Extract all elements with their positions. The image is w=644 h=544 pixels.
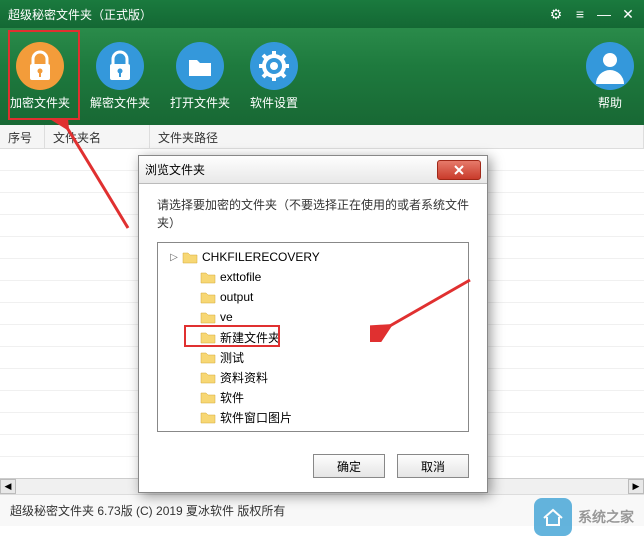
open-folder-button[interactable]: 打开文件夹 — [170, 42, 230, 111]
tree-label: 新建文件夹 — [220, 329, 280, 346]
tree-label: exttofile — [220, 270, 261, 284]
cancel-button[interactable]: 取消 — [397, 454, 469, 478]
lock-icon — [16, 42, 64, 90]
settings-icon[interactable]: ⚙ — [548, 6, 564, 22]
tree-label: 软件 — [220, 389, 244, 406]
encrypt-folder-button[interactable]: 加密文件夹 — [10, 42, 70, 111]
tool-label: 加密文件夹 — [10, 94, 70, 111]
dialog-close-button[interactable] — [437, 160, 481, 180]
unlock-icon — [96, 42, 144, 90]
tree-label: 测试 — [220, 349, 244, 366]
tool-label: 帮助 — [598, 94, 622, 111]
scroll-left-icon[interactable]: ◀ — [0, 479, 16, 494]
tree-item[interactable]: exttofile — [158, 267, 468, 287]
tree-item[interactable]: 软件 — [158, 387, 468, 407]
status-text: 超级秘密文件夹 6.73版 (C) 2019 夏冰软件 版权所有 — [10, 502, 285, 519]
dialog-title: 浏览文件夹 — [145, 161, 437, 178]
browse-folder-dialog: 浏览文件夹 请选择要加密的文件夹（不要选择正在使用的或者系统文件夹） ▷ CHKF… — [138, 155, 488, 493]
decrypt-folder-button[interactable]: 解密文件夹 — [90, 42, 150, 111]
tree-item[interactable]: ve — [158, 307, 468, 327]
scroll-right-icon[interactable]: ▶ — [628, 479, 644, 494]
col-folderpath[interactable]: 文件夹路径 — [150, 125, 644, 148]
tree-item[interactable]: 测试 — [158, 347, 468, 367]
folder-tree[interactable]: ▷ CHKFILERECOVERY exttofile output ve 新建文件夹测试… — [157, 242, 469, 432]
tree-label: ve — [220, 310, 233, 324]
software-settings-button[interactable]: 软件设置 — [250, 42, 298, 111]
tree-item[interactable]: 新建文件夹 — [158, 327, 468, 347]
ok-button[interactable]: 确定 — [313, 454, 385, 478]
help-button[interactable]: 帮助 — [586, 42, 634, 111]
column-headers: 序号 文件夹名 文件夹路径 — [0, 125, 644, 149]
col-foldername[interactable]: 文件夹名 — [45, 125, 150, 148]
expand-icon[interactable]: ▷ — [168, 252, 180, 263]
tree-item[interactable]: 资料资料 — [158, 367, 468, 387]
tree-item[interactable]: 软件窗口图片 — [158, 407, 468, 427]
tree-label: output — [220, 290, 253, 304]
tool-label: 打开文件夹 — [170, 94, 230, 111]
tree-label: 软件窗口图片 — [220, 409, 292, 426]
col-number[interactable]: 序号 — [0, 125, 45, 148]
tree-item[interactable]: output — [158, 287, 468, 307]
gear-icon — [250, 42, 298, 90]
tree-item[interactable]: ▷ CHKFILERECOVERY — [158, 247, 468, 267]
watermark-text: 系统之家 — [578, 507, 634, 527]
minimize-button[interactable]: — — [596, 6, 612, 22]
watermark: 系统之家 — [534, 498, 634, 536]
user-icon — [586, 42, 634, 90]
close-button[interactable]: ✕ — [620, 6, 636, 22]
folder-open-icon — [176, 42, 224, 90]
tool-label: 软件设置 — [250, 94, 298, 111]
window-title: 超级秘密文件夹（正式版） — [8, 6, 548, 23]
menu-icon[interactable]: ≡ — [572, 6, 588, 22]
tool-label: 解密文件夹 — [90, 94, 150, 111]
tree-label: 资料资料 — [220, 369, 268, 386]
watermark-logo-icon — [534, 498, 572, 536]
dialog-message: 请选择要加密的文件夹（不要选择正在使用的或者系统文件夹） — [157, 196, 469, 232]
tree-label: CHKFILERECOVERY — [202, 250, 320, 264]
